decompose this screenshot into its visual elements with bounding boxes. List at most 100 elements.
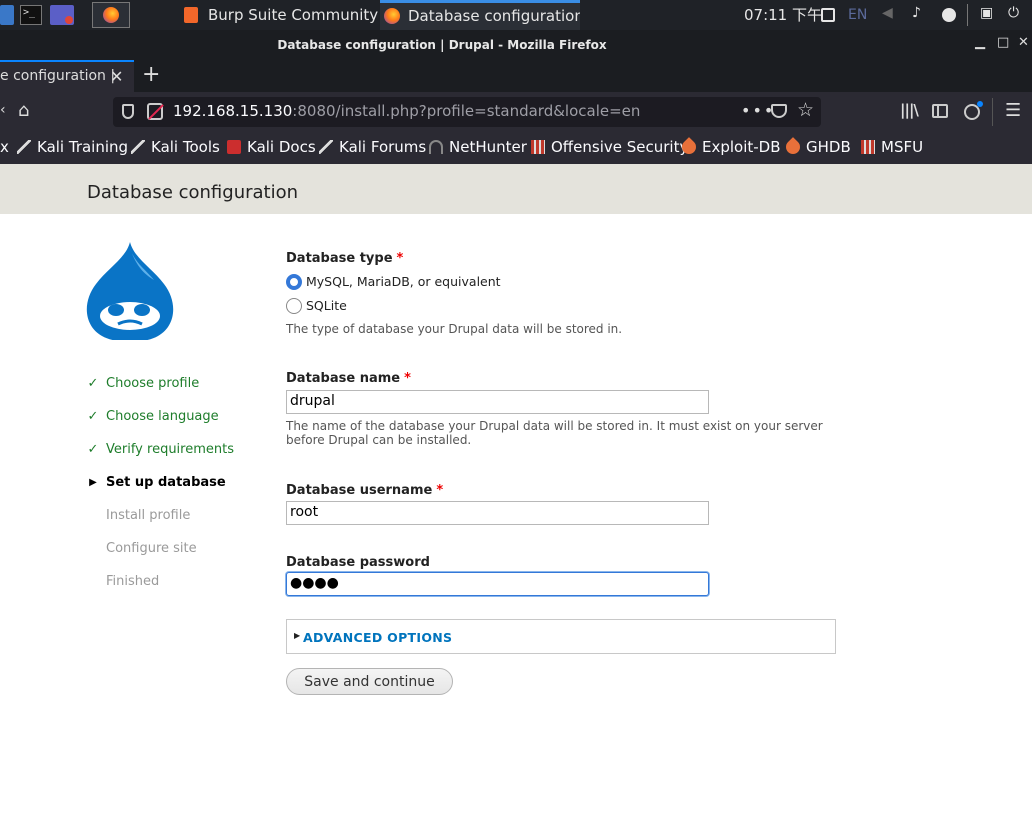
close-window-icon[interactable]: ✕ [1018,35,1029,50]
advanced-options-summary[interactable]: ADVANCED OPTIONS [303,630,452,645]
checkmark-icon: ✓ [87,442,99,457]
db-username-label: Database username * [286,483,443,498]
db-name-label: Database name * [286,371,411,386]
minimize-icon[interactable]: ▁ [975,35,985,50]
step-label: Choose profile [106,376,200,391]
navigation-toolbar: ‹ ⌂ 192.168.15.130:8080/install.php?prof… [0,92,1032,132]
exploit-db-icon [679,137,699,157]
clock[interactable]: 07:11 下午 [744,0,822,30]
step-label: Configure site [106,541,197,556]
db-name-label-text: Database name [286,371,401,386]
bookmarks-toolbar: x Kali Training Kali Tools Kali Docs Kal… [0,132,1032,164]
bookmark-label: NetHunter [449,138,527,156]
window-titlebar: Database configuration | Drupal - Mozill… [0,30,1032,60]
firefox-launcher-button[interactable] [92,2,130,28]
password-mask: ●●●● [290,575,339,591]
bookmark-kali-docs[interactable]: Kali Docs [227,138,316,156]
bookmark-nethunter[interactable]: NetHunter [429,138,527,156]
url-text[interactable]: 192.168.15.130:8080/install.php?profile=… [173,102,640,120]
bookmark-kali-forums[interactable]: Kali Forums [319,138,426,156]
radio-label: MySQL, MariaDB, or equivalent [306,274,501,289]
lock-screen-icon[interactable]: ▣ [980,5,994,21]
page-header: Database configuration [0,164,1032,214]
os-taskbar: Burp Suite Community E... Database confi… [0,0,1032,30]
radio-label: SQLite [306,298,347,313]
url-host: 192.168.15.130 [173,102,293,120]
taskbar-task-label: Database configuration |... [408,7,580,25]
bookmark-ghdb[interactable]: GHDB [783,137,851,157]
taskbar-task-firefox[interactable]: Database configuration |... [380,0,580,30]
bookmark-kali-training[interactable]: Kali Training [17,138,128,156]
back-icon[interactable]: ‹ [0,102,6,118]
display-icon[interactable] [821,8,835,22]
screen-recorder-icon[interactable] [50,5,74,25]
firefox-icon [103,7,119,23]
offsec-icon [531,140,545,154]
tab-database-configuration[interactable]: e configuration | ✕ [0,60,134,92]
db-type-label-text: Database type [286,251,393,266]
db-name-input[interactable]: drupal [286,390,709,414]
drupal-logo [86,242,174,340]
kali-docs-icon [227,140,241,154]
step-label: Choose language [106,409,219,424]
power-manager-icon[interactable] [942,8,956,22]
kali-dragon-icon [17,140,31,154]
bookmark-label: Kali Training [37,138,129,156]
db-password-input[interactable]: ●●●● [286,572,709,596]
required-marker: * [404,371,411,386]
db-type-description: The type of database your Drupal data wi… [286,322,623,336]
volume-icon[interactable]: ◀ [882,5,896,21]
current-step-arrow-icon: ▶ [89,477,97,488]
bookmark-star-icon[interactable]: ☆ [797,99,814,121]
terminal-icon[interactable] [20,5,42,25]
taskbar-task-burp[interactable]: Burp Suite Community E... [180,0,380,30]
db-type-label: Database type * [286,251,403,266]
checkmark-icon: ✓ [87,409,99,424]
notification-bell-icon[interactable]: ♪ [912,5,926,21]
required-marker: * [396,251,404,266]
bookmark-kali-tools[interactable]: Kali Tools [131,138,220,156]
disclosure-triangle-icon: ▶ [294,631,301,640]
home-icon[interactable]: ⌂ [18,100,29,121]
bookmark-label: Offensive Security [551,138,689,156]
radio-button-checked[interactable] [286,274,302,290]
required-marker: * [436,483,444,498]
step-label: Finished [106,574,160,589]
burp-icon [184,7,198,23]
url-path: :8080/install.php?profile=standard&local… [292,102,641,120]
page-content: Database configuration ✓ Choose profile … [0,164,1032,834]
logout-icon[interactable]: ⏻ [1008,5,1022,21]
insecure-connection-icon[interactable] [147,103,163,120]
advanced-options-details[interactable]: ▶ ADVANCED OPTIONS [286,619,836,654]
db-username-label-text: Database username [286,483,433,498]
bookmark-overflow[interactable]: x [0,138,9,156]
hamburger-menu-icon[interactable]: ☰ [1005,100,1021,121]
step-label: Set up database [106,475,226,490]
tracking-protection-icon[interactable] [122,104,134,119]
tray-separator [967,4,968,26]
library-icon[interactable]: |||\ [900,101,919,119]
bookmark-label: Kali Forums [339,138,427,156]
bookmark-msfu[interactable]: MSFU [861,138,923,156]
tab-strip: e configuration | ✕ + [0,60,1032,92]
firefox-icon [384,8,400,24]
url-bar[interactable]: 192.168.15.130:8080/install.php?profile=… [113,97,821,127]
input-method-indicator[interactable]: EN [848,0,867,30]
file-manager-icon[interactable] [0,5,14,25]
window-title: Database configuration | Drupal - Mozill… [277,38,607,52]
kali-dragon-icon [131,140,145,154]
new-tab-icon[interactable]: + [142,62,160,87]
close-tab-icon[interactable]: ✕ [110,67,123,86]
radio-button[interactable] [286,298,302,314]
pocket-icon[interactable] [771,104,787,118]
bookmark-label: GHDB [806,138,851,156]
bookmark-offensive-security[interactable]: Offensive Security [531,138,688,156]
maximize-icon[interactable]: □ [997,35,1009,50]
save-and-continue-button[interactable]: Save and continue [286,668,453,695]
db-username-input[interactable]: root [286,501,709,525]
bookmark-label: MSFU [881,138,924,156]
account-icon[interactable] [964,101,983,120]
tab-label: e configuration | [0,68,116,84]
bookmark-exploit-db[interactable]: Exploit-DB [679,137,781,157]
sidebar-icon[interactable] [932,104,948,118]
